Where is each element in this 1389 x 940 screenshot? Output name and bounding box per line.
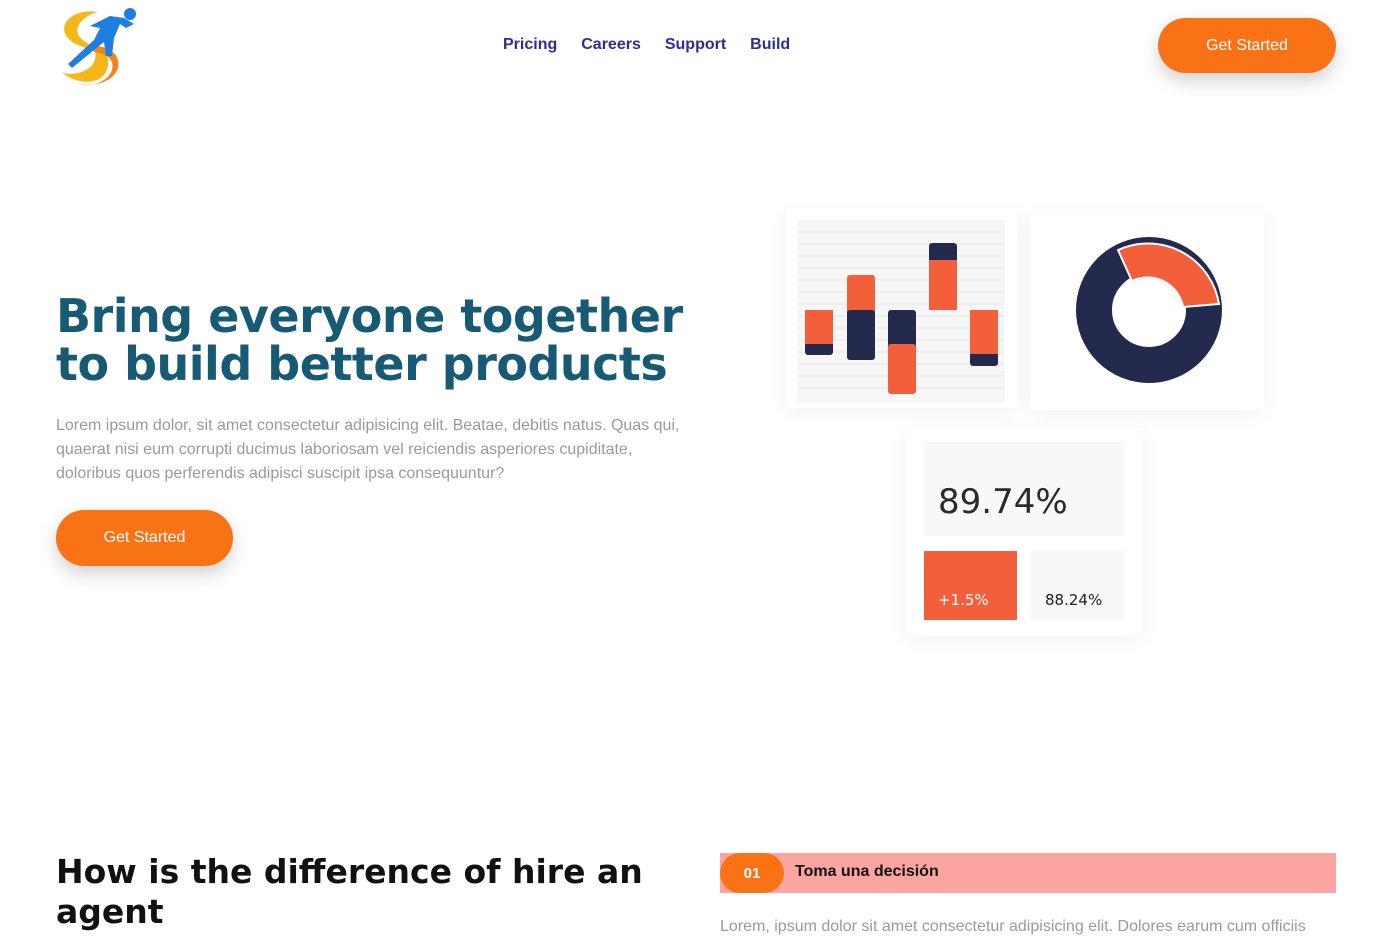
stat-main-value: 89.74% xyxy=(938,482,1068,522)
nav-link-careers[interactable]: Careers xyxy=(581,36,641,54)
bar-2-navy xyxy=(847,310,875,360)
stat-secondary-value: 88.24% xyxy=(1045,591,1103,609)
bar-chart-illustration xyxy=(798,220,1004,402)
header-get-started-button[interactable]: Get Started xyxy=(1158,18,1336,73)
step-label: Toma una decisión xyxy=(795,863,939,880)
donut-chart-illustration xyxy=(1076,237,1222,383)
hero-title: Bring everyone together to build better … xyxy=(56,289,683,391)
main-nav: Pricing Careers Support Build xyxy=(503,36,790,54)
nav-link-pricing[interactable]: Pricing xyxy=(503,36,557,54)
stat-change-value: +1.5% xyxy=(938,591,989,609)
step-number-badge: 01 xyxy=(720,853,784,893)
nav-link-support[interactable]: Support xyxy=(665,36,726,54)
bar-5-orange xyxy=(970,310,998,354)
step-description: Lorem, ipsum dolor sit amet consectetur … xyxy=(720,918,1306,935)
bar-1-orange xyxy=(805,310,833,344)
stat-change-tile: +1.5% xyxy=(924,551,1017,620)
section-title: How is the difference of hire an agent xyxy=(56,852,643,931)
bar-2-orange xyxy=(847,275,875,315)
hero-description: Lorem ipsum dolor, sit amet consectetur … xyxy=(56,417,680,482)
nav-link-build[interactable]: Build xyxy=(750,36,790,54)
donut-orange-segment xyxy=(1116,242,1221,309)
bar-4-orange xyxy=(929,260,957,310)
hero-get-started-button[interactable]: Get Started xyxy=(56,510,233,566)
brand-logo[interactable] xyxy=(54,4,140,90)
bar-3-orange xyxy=(888,344,916,394)
stat-secondary-tile: 88.24% xyxy=(1031,551,1124,620)
stat-main-tile: 89.74% xyxy=(924,442,1124,536)
